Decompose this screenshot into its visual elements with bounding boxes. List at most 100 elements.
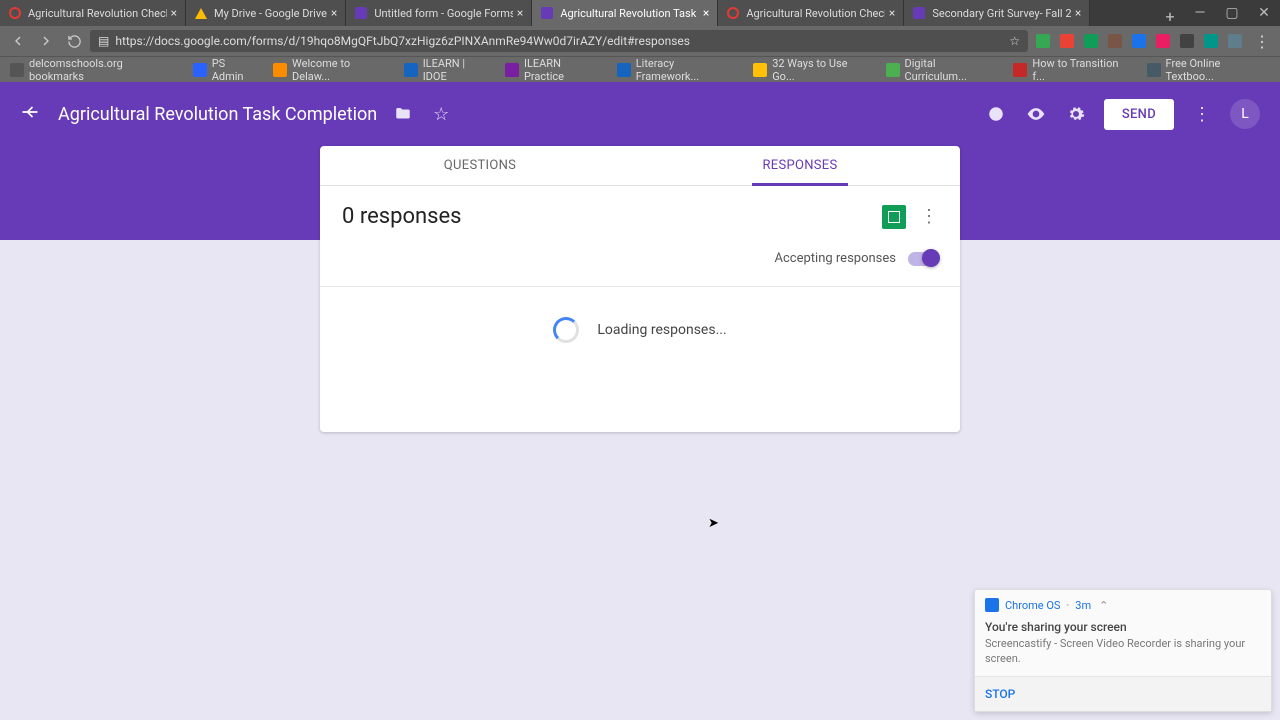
extension-icon[interactable] [1152, 30, 1174, 52]
bookmark-favicon [10, 63, 24, 77]
tab-label: My Drive - Google Drive [214, 7, 327, 20]
bookmark-item[interactable]: 32 Ways to Use Go... [753, 57, 871, 83]
back-button[interactable] [6, 29, 30, 53]
close-window-button[interactable]: ✕ [1248, 0, 1280, 26]
loading-text: Loading responses... [597, 322, 726, 338]
bookmark-favicon [505, 63, 519, 77]
bookmark-item[interactable]: Free Online Textboo... [1147, 57, 1270, 83]
bookmark-item[interactable]: PS Admin [193, 57, 259, 83]
tab-label: Agricultural Revolution Check [746, 7, 885, 20]
send-button[interactable]: SEND [1104, 99, 1174, 130]
bookmark-label: Digital Curriculum... [905, 57, 1000, 83]
notification-description: Screencastify - Screen Video Recorder is… [985, 637, 1261, 666]
extension-icon[interactable] [1080, 30, 1102, 52]
chevron-up-icon[interactable]: ⌃ [1099, 599, 1108, 612]
responses-count: 0 responses [342, 204, 462, 229]
extension-icon[interactable] [1032, 30, 1054, 52]
close-tab-icon[interactable]: × [167, 6, 177, 20]
browser-tab[interactable]: Secondary Grit Survey- Fall 20× [904, 0, 1090, 26]
bookmark-favicon [1013, 63, 1027, 77]
browser-menu-icon[interactable]: ⋮ [1250, 29, 1274, 53]
move-to-folder-icon[interactable] [391, 102, 415, 126]
accepting-responses-label: Accepting responses [775, 251, 897, 266]
browser-tab[interactable]: My Drive - Google Drive× [186, 0, 346, 26]
bookmark-label: 32 Ways to Use Go... [772, 57, 871, 83]
reload-button[interactable] [62, 29, 86, 53]
bookmark-favicon [273, 63, 287, 77]
maximize-button[interactable]: ▢ [1216, 0, 1248, 26]
account-avatar[interactable]: L [1230, 99, 1260, 129]
bookmark-item[interactable]: ILEARN | IDOE [404, 57, 491, 83]
tab-favicon [8, 6, 22, 20]
url-text: https://docs.google.com/forms/d/19hqo8Mg… [115, 34, 1003, 48]
browser-tab[interactable]: Agricultural Revolution Check× [0, 0, 186, 26]
bookmark-favicon [1147, 63, 1161, 77]
bookmark-label: How to Transition f... [1032, 57, 1132, 83]
notification-title: You're sharing your screen [985, 620, 1261, 634]
forward-button[interactable] [34, 29, 58, 53]
responses-menu-icon[interactable]: ⋮ [920, 206, 938, 227]
tab-favicon [354, 6, 368, 20]
tab-favicon [194, 6, 208, 20]
bookmark-item[interactable]: Literacy Framework... [617, 57, 739, 83]
tab-responses[interactable]: RESPONSES [640, 146, 960, 185]
notification-source: Chrome OS [1005, 599, 1060, 612]
form-tabs: QUESTIONS RESPONSES [320, 146, 960, 186]
bookmark-item[interactable]: ILEARN Practice [505, 57, 603, 83]
bookmark-star-icon[interactable]: ☆ [1009, 34, 1020, 48]
tab-label: Agricultural Revolution Task C [560, 7, 699, 20]
form-title[interactable]: Agricultural Revolution Task Completion [58, 104, 377, 125]
stop-sharing-button[interactable]: STOP [985, 687, 1015, 701]
close-tab-icon[interactable]: × [327, 6, 337, 20]
address-bar[interactable]: ▤ https://docs.google.com/forms/d/19hqo8… [90, 30, 1028, 52]
mouse-cursor: ➤ [708, 516, 719, 531]
bookmark-item[interactable]: Welcome to Delaw... [273, 57, 390, 83]
extension-icons [1032, 30, 1246, 52]
tab-favicon [912, 6, 926, 20]
close-tab-icon[interactable]: × [1071, 6, 1081, 20]
preview-icon[interactable] [1024, 102, 1048, 126]
create-spreadsheet-button[interactable] [882, 205, 906, 229]
minimize-button[interactable]: — [1184, 0, 1216, 26]
extension-icon[interactable] [1128, 30, 1150, 52]
extension-icon[interactable] [1200, 30, 1222, 52]
browser-toolbar: ▤ https://docs.google.com/forms/d/19hqo8… [0, 26, 1280, 56]
bookmark-item[interactable]: Digital Curriculum... [886, 57, 1000, 83]
loading-spinner-icon [553, 317, 579, 343]
tab-label: Untitled form - Google Forms [374, 7, 513, 20]
tab-label: Agricultural Revolution Check [28, 7, 167, 20]
back-to-docs-button[interactable] [20, 102, 40, 127]
bookmark-label: Free Online Textboo... [1166, 57, 1270, 83]
extension-icon[interactable] [1056, 30, 1078, 52]
bookmarks-bar: delcomschools.org bookmarks PS Admin Welco… [0, 56, 1280, 82]
close-tab-icon[interactable]: × [699, 6, 709, 20]
bookmark-item[interactable]: delcomschools.org bookmarks [10, 57, 179, 83]
extension-icon[interactable] [1176, 30, 1198, 52]
more-menu-icon[interactable]: ⋮ [1190, 102, 1214, 126]
close-tab-icon[interactable]: × [513, 6, 523, 20]
tab-favicon [540, 6, 554, 20]
close-tab-icon[interactable]: × [885, 6, 895, 20]
new-tab-button[interactable]: + [1156, 7, 1184, 26]
bookmark-favicon [617, 63, 631, 77]
tab-questions[interactable]: QUESTIONS [320, 146, 640, 185]
browser-tab[interactable]: Untitled form - Google Forms× [346, 0, 532, 26]
bookmark-favicon [886, 63, 900, 77]
bookmark-label: Literacy Framework... [636, 57, 739, 83]
extension-icon[interactable] [1224, 30, 1246, 52]
bookmark-label: Welcome to Delaw... [292, 57, 390, 83]
star-icon[interactable]: ☆ [429, 102, 453, 126]
customize-theme-icon[interactable] [984, 102, 1008, 126]
bookmark-favicon [193, 63, 207, 77]
browser-tab[interactable]: Agricultural Revolution Check× [718, 0, 904, 26]
responses-card: QUESTIONS RESPONSES 0 responses ⋮ Accept… [320, 146, 960, 432]
accepting-responses-toggle[interactable] [908, 252, 938, 266]
bookmark-label: PS Admin [212, 57, 259, 83]
site-info-icon[interactable]: ▤ [98, 34, 109, 48]
extension-icon[interactable] [1104, 30, 1126, 52]
notification-time: 3m [1075, 599, 1091, 612]
bookmark-label: ILEARN Practice [524, 57, 603, 83]
settings-gear-icon[interactable] [1064, 102, 1088, 126]
bookmark-item[interactable]: How to Transition f... [1013, 57, 1132, 83]
browser-tab[interactable]: Agricultural Revolution Task C× [532, 0, 718, 26]
